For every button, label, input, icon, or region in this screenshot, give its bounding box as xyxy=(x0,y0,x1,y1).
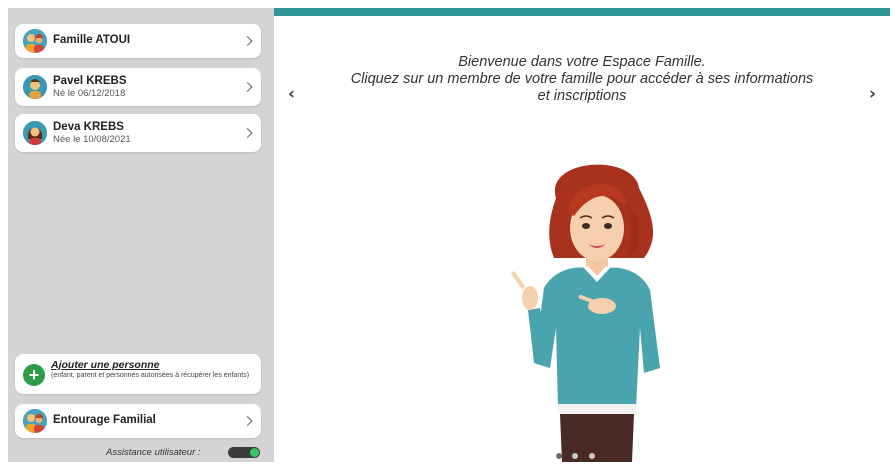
assistance-toggle[interactable] xyxy=(228,447,260,458)
family-avatar-icon xyxy=(23,29,47,53)
family-avatar-icon xyxy=(23,409,47,433)
accent-bar xyxy=(274,8,890,16)
member-name: Deva KREBS xyxy=(53,121,124,133)
boy-avatar-icon xyxy=(23,75,47,99)
member-birthdate: Né le 06/12/2018 xyxy=(53,88,126,99)
member-card-pavel[interactable]: Pavel KREBS Né le 06/12/2018 xyxy=(15,68,261,106)
toggle-knob xyxy=(250,448,259,457)
welcome-line: Bienvenue dans votre Espace Famille. xyxy=(458,54,706,70)
family-name: Famille ATOUI xyxy=(53,34,131,46)
chevron-right-icon xyxy=(242,36,253,46)
main-panel: ‹ › Bienvenue dans votre Espace Famille.… xyxy=(274,8,890,462)
member-card-deva[interactable]: Deva KREBS Née le 10/08/2021 xyxy=(15,114,261,152)
entourage-label: Entourage Familial xyxy=(53,414,156,426)
sidebar: Famille ATOUI Pavel KREBS Né le 06/12/20… xyxy=(8,8,274,462)
add-person-button[interactable]: + Ajouter une personne (enfant, parent e… xyxy=(15,354,261,394)
welcome-line: et inscriptions xyxy=(537,88,627,104)
plus-icon: + xyxy=(23,364,45,386)
add-person-note: (enfant, parent et personnes autorisées … xyxy=(51,372,250,379)
chevron-right-icon xyxy=(242,416,253,426)
carousel-dot[interactable] xyxy=(556,453,562,459)
carousel-dots xyxy=(556,446,616,459)
assistance-label: Assistance utilisateur : xyxy=(106,447,201,458)
chevron-right-icon xyxy=(242,128,253,138)
girl-avatar-icon xyxy=(23,121,47,145)
chevron-right-icon xyxy=(242,82,253,92)
welcome-message: Bienvenue dans votre Espace Famille. Cli… xyxy=(314,54,850,105)
member-name: Pavel KREBS xyxy=(53,75,127,87)
assistant-illustration xyxy=(511,164,660,462)
welcome-line: Cliquez sur un membre de votre famille p… xyxy=(350,71,814,87)
app-frame: Famille ATOUI Pavel KREBS Né le 06/12/20… xyxy=(8,8,890,462)
member-birthdate: Née le 10/08/2021 xyxy=(53,134,131,145)
chevron-left-icon[interactable]: ‹ xyxy=(288,84,295,104)
family-card[interactable]: Famille ATOUI xyxy=(15,24,261,58)
assistance-toggle-row: Assistance utilisateur : xyxy=(104,446,264,460)
carousel-dot[interactable] xyxy=(588,453,595,459)
chevron-right-icon[interactable]: › xyxy=(869,84,876,104)
add-person-label: Ajouter une personne xyxy=(51,359,160,371)
entourage-card[interactable]: Entourage Familial xyxy=(15,404,261,438)
